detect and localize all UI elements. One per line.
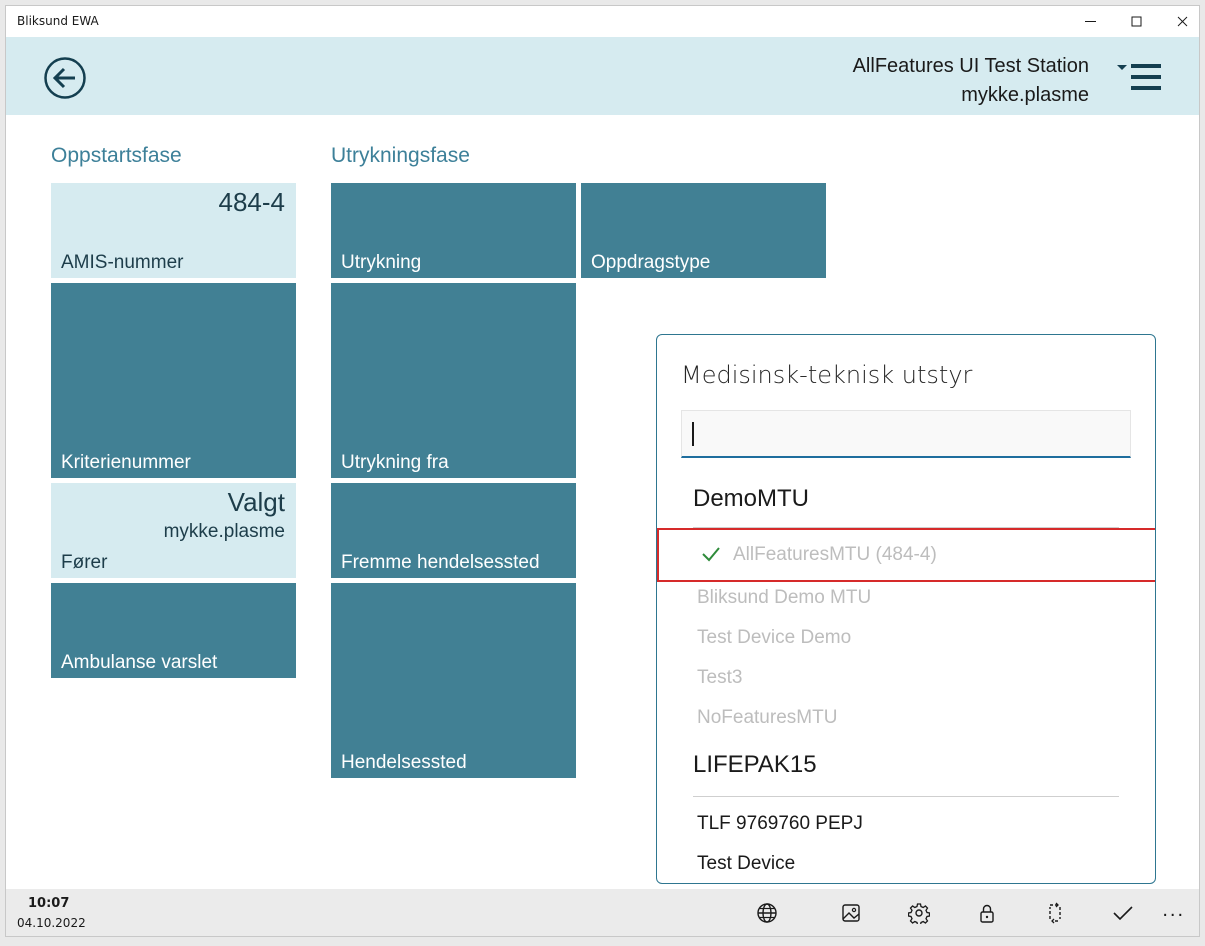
tile-label: Fremme hendelsessted <box>341 552 540 573</box>
image-button[interactable] <box>836 898 866 928</box>
section-title-oppstart: Oppstartsfase <box>51 144 182 167</box>
popup-title: Medisinsk-teknisk utstyr <box>681 361 973 389</box>
globe-icon <box>757 903 777 923</box>
mtu-selector-popup: Medisinsk-teknisk utstyr DemoMTU AllFeat… <box>656 334 1156 884</box>
tile-value: Valgt <box>227 487 285 517</box>
tile-label: AMIS-nummer <box>61 252 184 273</box>
tile-amis-nummer[interactable]: 484-4 AMIS-nummer <box>51 183 296 278</box>
user-name: mykke.plasme <box>961 84 1089 106</box>
text-caret <box>692 422 694 446</box>
maximize-button[interactable] <box>1113 6 1159 37</box>
tile-label: Oppdragstype <box>591 252 711 273</box>
gear-icon <box>908 903 930 924</box>
image-icon <box>842 904 860 922</box>
group-header-demomtu: DemoMTU <box>693 485 810 512</box>
app-header: AllFeatures UI Test Station mykke.plasme <box>6 37 1199 115</box>
list-item-label: AllFeaturesMTU (484-4) <box>733 544 937 565</box>
tile-label: Hendelsessted <box>341 752 467 773</box>
tile-label: Ambulanse varslet <box>61 652 218 673</box>
minimize-button[interactable] <box>1067 6 1113 37</box>
back-arrow-icon[interactable] <box>44 57 86 99</box>
maximize-icon <box>1131 16 1141 27</box>
tile-forer[interactable]: Valgt mykke.plasme Fører <box>51 483 296 578</box>
group-header-lifepak15: LIFEPAK15 <box>693 751 817 778</box>
checkmark-icon <box>1113 906 1133 921</box>
close-icon <box>1177 16 1187 27</box>
bottom-bar: 10:07 04.10.2022 ... <box>6 889 1199 936</box>
close-button[interactable] <box>1159 6 1199 37</box>
tile-utrykning-fra[interactable]: Utrykning fra <box>331 283 576 478</box>
tile-label: Fører <box>61 552 108 573</box>
confirm-button[interactable] <box>1108 898 1138 928</box>
tile-ambulanse-varslet[interactable]: Ambulanse varslet <box>51 583 296 678</box>
globe-button[interactable] <box>752 898 782 928</box>
tile-fremme-hendelsessted[interactable]: Fremme hendelsessted <box>331 483 576 578</box>
list-item-selected[interactable]: AllFeaturesMTU (484-4) <box>657 528 1155 582</box>
list-item[interactable]: Test3 <box>697 667 742 689</box>
title-bar: Bliksund EWA <box>6 6 1199 37</box>
checkmark-icon <box>702 547 720 562</box>
lock-icon <box>980 904 994 923</box>
list-item[interactable]: Test Device <box>697 853 795 875</box>
search-input[interactable] <box>681 410 1131 458</box>
station-info: AllFeatures UI Test Station mykke.plasme <box>853 52 1089 110</box>
tile-hendelsessted[interactable]: Hendelsessted <box>331 583 576 778</box>
tile-oppdragstype[interactable]: Oppdragstype <box>581 183 826 278</box>
tile-subvalue: mykke.plasme <box>163 521 285 542</box>
tile-utrykning[interactable]: Utrykning <box>331 183 576 278</box>
group-divider <box>693 796 1119 797</box>
list-item[interactable]: Bliksund Demo MTU <box>697 587 871 609</box>
tile-kriterienummer[interactable]: Kriterienummer <box>51 283 296 478</box>
clock-date: 04.10.2022 <box>17 916 86 930</box>
clock-time: 10:07 <box>28 896 70 911</box>
app-window: Bliksund EWA AllFeatures UI Test Station… <box>5 5 1200 937</box>
more-options-button[interactable]: ... <box>1162 899 1185 922</box>
list-item[interactable]: NoFeaturesMTU <box>697 707 837 729</box>
screen-rotate-button[interactable] <box>1040 898 1070 928</box>
tile-label: Utrykning <box>341 252 422 273</box>
window-title: Bliksund EWA <box>17 14 99 28</box>
hamburger-menu-icon[interactable] <box>1115 61 1167 95</box>
tile-label: Kriterienummer <box>61 452 191 473</box>
rotate-screen-icon <box>1049 902 1061 924</box>
tile-value: 484-4 <box>218 187 286 217</box>
settings-button[interactable] <box>904 898 934 928</box>
minimize-icon <box>1084 21 1096 22</box>
station-name: AllFeatures UI Test Station <box>852 55 1089 77</box>
tile-label: Utrykning fra <box>341 452 449 473</box>
section-title-utrykning: Utrykningsfase <box>331 144 470 167</box>
list-item[interactable]: Test Device Demo <box>697 627 851 649</box>
lock-button[interactable] <box>972 898 1002 928</box>
list-item[interactable]: TLF 9769760 PEPJ <box>697 813 863 835</box>
